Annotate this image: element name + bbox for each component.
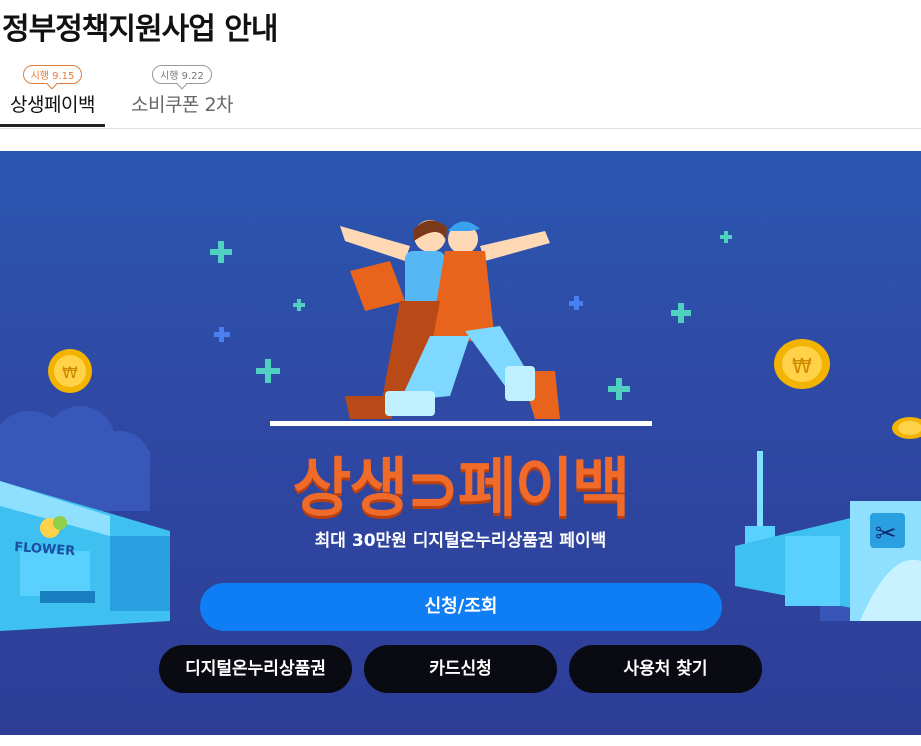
coin-icon: ₩ xyxy=(774,339,830,389)
apply-inquiry-button[interactable]: 신청/조회 xyxy=(200,583,722,631)
tab-badge: 시행 9.15 xyxy=(22,65,83,84)
svg-text:₩: ₩ xyxy=(62,363,78,382)
page-title: 정부정책지원사업 안내 xyxy=(2,12,278,47)
tab-label: 상생페이백 xyxy=(10,94,95,116)
characters-illustration xyxy=(340,220,560,419)
promo-banner: FLOWER ✂ ₩ ₩ 상생⊃페이백 최대 30만원 디지털온누리상품권 페이… xyxy=(0,151,921,735)
tab-label: 소비쿠폰 2차 xyxy=(130,94,234,116)
headline-divider xyxy=(270,421,652,426)
banner-subtitle: 최대 30만원 디지털온누리상품권 페이백 xyxy=(314,531,607,551)
svg-text:₩: ₩ xyxy=(792,354,812,378)
digital-onnuri-voucher-button[interactable]: 디지털온누리상품권 xyxy=(159,645,352,693)
find-merchants-button[interactable]: 사용처 찾기 xyxy=(569,645,762,693)
coin-icon xyxy=(892,417,921,439)
coin-icon: ₩ xyxy=(48,349,92,393)
banner-headline: 상생⊃페이백 xyxy=(292,452,630,526)
tab-consumption-coupon[interactable]: 시행 9.22 소비쿠폰 2차 xyxy=(128,62,236,127)
tab-sangsaeng-payback[interactable]: 시행 9.15 상생페이백 xyxy=(0,62,105,127)
card-apply-button[interactable]: 카드신청 xyxy=(364,645,557,693)
tab-bar: 시행 9.15 상생페이백 시행 9.22 소비쿠폰 2차 xyxy=(0,62,921,129)
tab-badge: 시행 9.22 xyxy=(152,65,212,84)
